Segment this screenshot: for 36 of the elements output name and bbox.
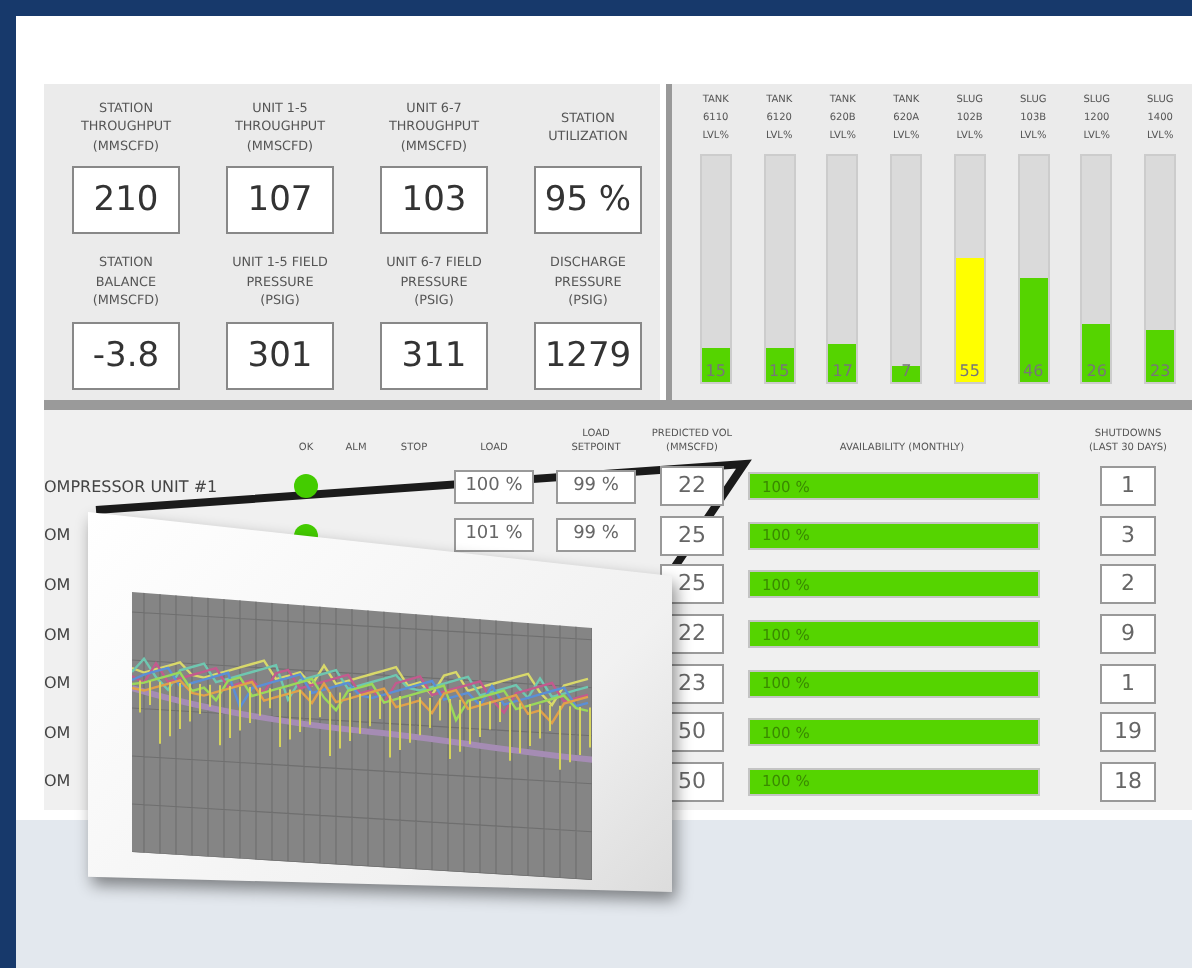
level-reading: 7 <box>899 362 914 380</box>
shutdown-count: 19 <box>1100 712 1156 753</box>
level-reading: 15 <box>767 362 792 380</box>
unit-name: OMPRESSOR UNIT #1 <box>44 477 218 496</box>
level-reading: 17 <box>830 362 855 380</box>
unit-name: OM <box>44 526 71 545</box>
metric-value: 210 <box>72 166 180 234</box>
predicted-volume: 22 <box>660 466 724 507</box>
unit-name: OM <box>44 772 71 791</box>
shutdown-count: 1 <box>1100 466 1156 507</box>
metric-value: 107 <box>226 166 334 234</box>
shutdown-count: 1 <box>1100 663 1156 704</box>
level-reading: 15 <box>703 362 728 380</box>
metric-value: -3.8 <box>72 321 180 389</box>
metric-value: 95 % <box>534 166 642 234</box>
setpoint-value: 99 % <box>556 518 636 553</box>
setpoint-value: 99 % <box>556 469 636 504</box>
unit-name: OM <box>44 575 71 594</box>
metric-value: 311 <box>380 321 488 389</box>
level-reading: 26 <box>1084 362 1109 380</box>
shutdown-count: 9 <box>1100 614 1156 655</box>
metric-value: 1279 <box>534 321 642 389</box>
shutdown-count: 2 <box>1100 564 1156 605</box>
unit-name: OM <box>44 625 71 644</box>
load-value: 100 % <box>454 469 534 504</box>
unit-name: OM <box>44 674 71 693</box>
predicted-volume: 25 <box>660 515 724 556</box>
load-value: 101 % <box>454 518 534 553</box>
level-reading: 46 <box>1021 362 1046 380</box>
metric-value: 301 <box>226 321 334 389</box>
unit-name: OM <box>44 723 71 742</box>
shutdown-count: 3 <box>1100 515 1156 556</box>
metric-value: 103 <box>380 166 488 234</box>
level-reading: 23 <box>1148 362 1173 380</box>
shutdown-count: 18 <box>1100 761 1156 802</box>
level-reading: 55 <box>957 362 982 380</box>
